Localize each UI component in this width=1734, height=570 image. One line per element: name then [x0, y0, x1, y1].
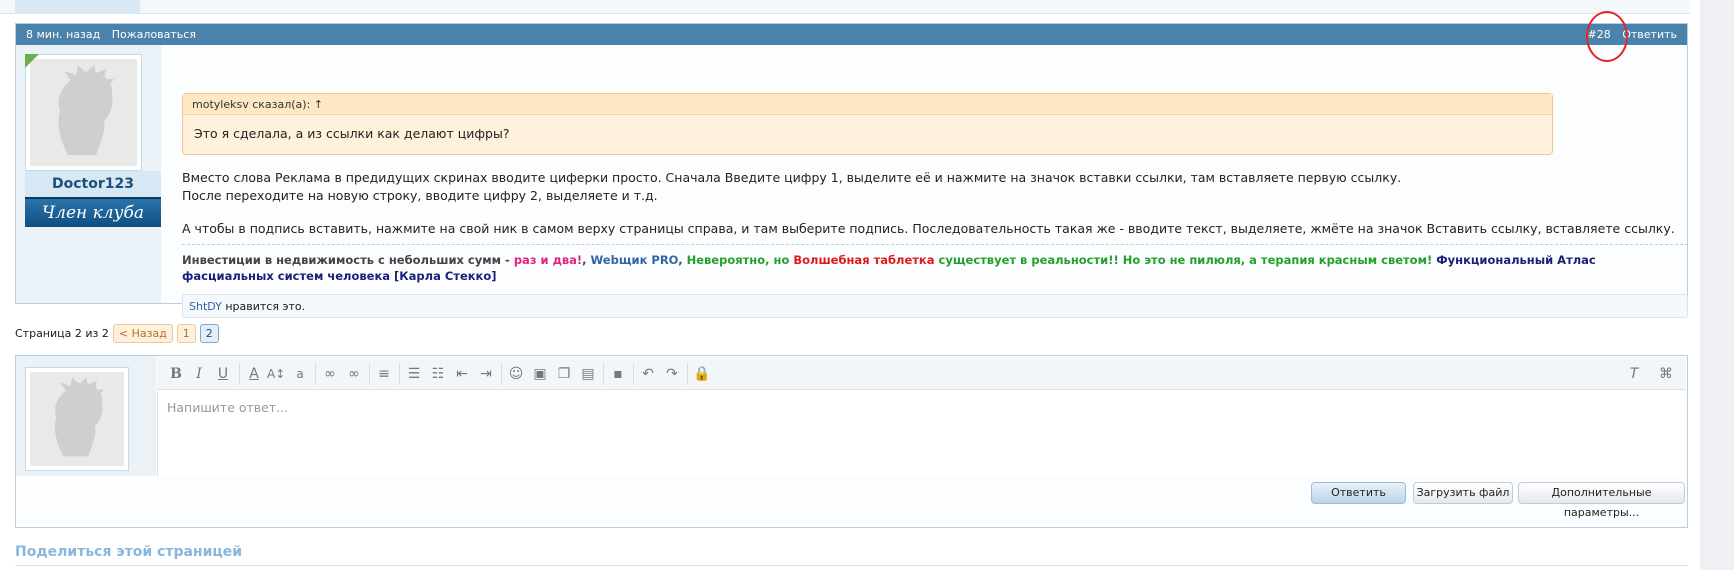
default-avatar-icon — [30, 372, 124, 466]
prev-page-button[interactable]: < Назад — [112, 324, 173, 343]
quote-text: Это я сделала, а из ссылки как делают ци… — [194, 126, 510, 141]
post-time-link[interactable]: 8 мин. назад — [26, 28, 100, 41]
share-heading: Поделиться этой страницей — [15, 544, 243, 560]
signature-link[interactable]: раз и два! — [514, 253, 582, 267]
toolbar-separator — [633, 363, 634, 385]
reply-avatar[interactable] — [25, 367, 129, 471]
annotation-circle — [1586, 11, 1628, 62]
signature-link[interactable]: Волшебная таблетка — [793, 253, 934, 267]
upload-file-button[interactable]: Загрузить файл — [1413, 482, 1513, 504]
username-link[interactable]: Doctor123 — [25, 171, 161, 197]
post-message-line: Вместо слова Реклама в предидущих скрина… — [182, 170, 1402, 185]
quick-reply: B I U A A↕ a ∞ ∞ ≡ ☰ ☷ ⇤ ⇥ ☺ ▣ ❐ ▤ ▪ ↶ ↷… — [15, 355, 1688, 528]
image-icon[interactable]: ▣ — [531, 365, 549, 383]
more-options-button[interactable]: Дополнительные параметры... — [1518, 482, 1685, 519]
post-message: Вместо слова Реклама в предидущих скрина… — [182, 169, 1682, 238]
lock-icon[interactable]: 🔒 — [693, 365, 711, 383]
post-header: 8 мин. назад Пожаловаться #28 Ответить — [16, 24, 1687, 45]
numbered-list-icon[interactable]: ☷ — [429, 365, 447, 383]
post-message-line: После переходите на новую строку, вводит… — [182, 188, 658, 203]
signature-text: , — [678, 253, 687, 267]
reply-placeholder: Напишите ответ... — [167, 400, 289, 415]
undo-icon[interactable]: ↶ — [639, 365, 657, 383]
pagination: Страница 2 из 2 < Назад 1 2 — [15, 324, 219, 343]
media-icon[interactable]: ❐ — [555, 365, 573, 383]
toggle-bbcode-icon[interactable]: ⌘ — [1657, 365, 1675, 383]
remove-format-icon[interactable]: T — [1625, 365, 1643, 383]
liker-link[interactable]: ShtDY — [189, 300, 222, 313]
online-indicator — [25, 54, 39, 68]
page-link-2[interactable]: 2 — [199, 324, 219, 343]
top-strip-sidebar — [15, 0, 140, 14]
signature-link[interactable]: существует в реальности!! Но это не пилю… — [935, 253, 1433, 267]
reply-editor[interactable]: Напишите ответ... — [157, 391, 1686, 476]
page-count-label: Страница 2 из 2 — [15, 327, 109, 340]
avatar[interactable] — [25, 54, 142, 171]
report-link[interactable]: Пожаловаться — [112, 28, 196, 41]
reply-link[interactable]: Ответить — [1622, 28, 1677, 41]
likes-text: нравится это. — [221, 300, 306, 313]
toolbar-separator — [315, 363, 316, 385]
signature-text: - — [501, 253, 514, 267]
link-icon[interactable]: ∞ — [321, 365, 339, 383]
toolbar-separator — [501, 363, 502, 385]
signature-divider — [182, 244, 1688, 245]
toolbar-separator — [369, 363, 370, 385]
forum-post: 8 мин. назад Пожаловаться #28 Ответить D… — [15, 23, 1688, 318]
signature-link[interactable]: Невероятно, но — [687, 253, 794, 267]
bold-icon[interactable]: B — [167, 365, 185, 383]
signature-link[interactable]: Инвестиции в недвижимость с небольших су… — [182, 253, 501, 267]
signature-link[interactable]: Webщик PRO — [591, 253, 679, 267]
save-draft-icon[interactable]: ▪ — [609, 365, 627, 383]
outdent-icon[interactable]: ⇤ — [453, 365, 471, 383]
unlink-icon[interactable]: ∞ — [345, 365, 363, 383]
toolbar-separator — [239, 363, 240, 385]
underline-icon[interactable]: U — [214, 365, 232, 383]
reply-actions: Ответить Загрузить файл Дополнительные п… — [16, 477, 1687, 528]
editor-toolbar: B I U A A↕ a ∞ ∞ ≡ ☰ ☷ ⇤ ⇥ ☺ ▣ ❐ ▤ ▪ ↶ ↷… — [157, 357, 1686, 390]
likes-summary: ShtDY нравится это. — [182, 294, 1688, 318]
font-size-icon[interactable]: A↕ — [267, 365, 285, 383]
submit-reply-button[interactable]: Ответить — [1311, 482, 1406, 504]
text-color-icon[interactable]: A — [245, 365, 263, 383]
page-link-1[interactable]: 1 — [176, 324, 196, 343]
redo-icon[interactable]: ↷ — [663, 365, 681, 383]
toolbar-separator — [603, 363, 604, 385]
toolbar-separator — [399, 363, 400, 385]
align-icon[interactable]: ≡ — [375, 365, 393, 383]
signature: Инвестиции в недвижимость с небольших су… — [182, 252, 1688, 284]
indent-icon[interactable]: ⇥ — [477, 365, 495, 383]
default-avatar-icon — [30, 59, 137, 166]
page-gutter — [1700, 0, 1734, 570]
italic-icon[interactable]: I — [190, 365, 208, 383]
top-strip — [0, 0, 1690, 14]
signature-text: , — [582, 253, 591, 267]
post-message-line: А чтобы в подпись вставить, нажмите на с… — [182, 221, 1675, 236]
user-rank-banner: Член клуба — [25, 197, 161, 227]
font-family-icon[interactable]: a — [291, 365, 309, 383]
page: 8 мин. назад Пожаловаться #28 Ответить D… — [0, 0, 1734, 570]
insert-block-icon[interactable]: ▤ — [579, 365, 597, 383]
share-divider — [15, 565, 1688, 566]
smiley-icon[interactable]: ☺ — [507, 365, 525, 383]
quote-block: motyleksv сказал(а): ↑ Это я сделала, а … — [182, 93, 1553, 155]
toolbar-separator — [687, 363, 688, 385]
quote-author[interactable]: motyleksv сказал(а): ↑ — [183, 94, 1552, 115]
bullet-list-icon[interactable]: ☰ — [405, 365, 423, 383]
